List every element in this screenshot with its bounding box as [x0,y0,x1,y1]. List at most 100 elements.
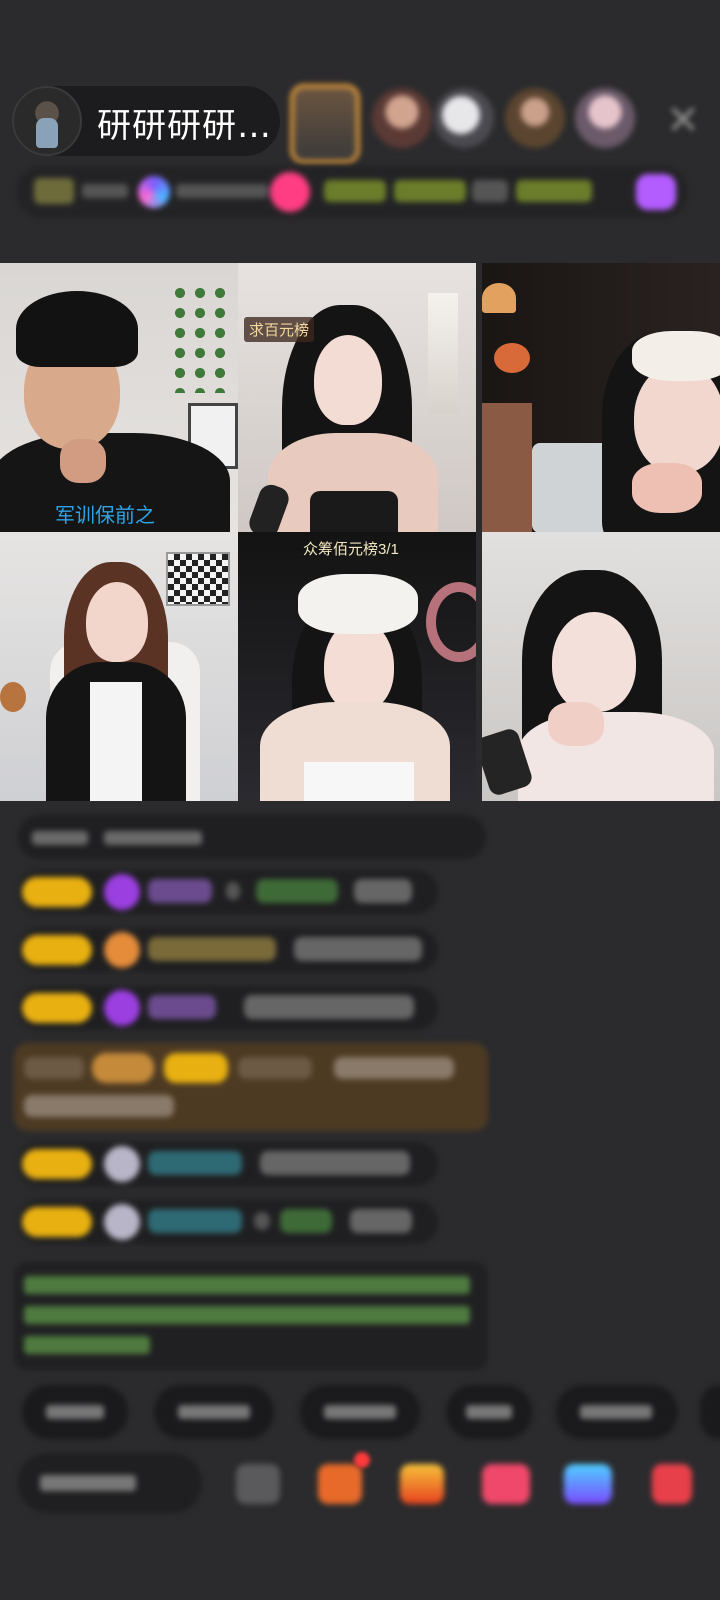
purple-heart-icon [104,874,140,910]
video-tile-2[interactable]: 求百元榜 [238,263,476,532]
person-face [314,335,382,425]
chat-text-block [104,831,202,845]
rank-text-2 [176,184,268,198]
video-tile-4[interactable] [0,532,238,801]
dress [310,491,398,532]
quick-reply-text [466,1405,512,1419]
shirt [90,682,142,801]
chat-message-5[interactable] [18,1200,438,1244]
banner-chip-3 [238,1057,312,1079]
flower-decor [494,343,530,373]
green-tag-2 [394,180,466,202]
chat-message-1[interactable] [18,870,438,914]
username-chip [148,995,216,1019]
purple-heart-icon [104,990,140,1026]
username-chip [148,879,212,903]
chat-text-chip [294,937,422,961]
pink-gift-icon[interactable] [482,1464,530,1504]
viewer-avatar-4[interactable] [505,88,565,148]
chess-frame [166,552,230,606]
quick-reply-4[interactable] [446,1385,532,1439]
quick-reply-2[interactable] [154,1385,274,1439]
orange-heart-icon [104,932,140,968]
quick-reply-text [324,1405,396,1419]
emoji-icon[interactable] [236,1464,280,1504]
lamp-decor [428,293,458,413]
announcement-line-2 [24,1306,470,1324]
rank-text-1 [82,184,128,198]
level-badge [22,1149,92,1179]
bunny-ears [298,574,418,634]
toy-decor [0,682,26,712]
viewer-avatar-3[interactable] [434,88,494,148]
quick-reply-1[interactable] [22,1385,128,1439]
username-chip [148,1151,242,1175]
avatar-icon [104,1204,140,1240]
quick-reply-6[interactable] [700,1385,720,1439]
hand [60,439,106,483]
purple-icon [636,174,676,210]
banner-badge [164,1053,228,1083]
person-face [86,582,148,662]
lamp-light [482,283,516,313]
treasure-icon[interactable] [400,1464,444,1504]
hand [548,702,604,746]
quick-reply-3[interactable] [300,1385,420,1439]
level-badge [22,1207,92,1237]
drawer [482,403,532,532]
viewer-avatar-1[interactable] [290,84,360,164]
announcement-line-3 [24,1336,150,1354]
video-tile-6[interactable] [482,532,720,801]
gray-tag [472,180,508,202]
gift-box-icon[interactable] [318,1464,362,1504]
video-tile-5[interactable]: 众筹佰元榜3/1 [238,532,476,801]
chat-message-2[interactable] [18,928,438,972]
gift-circle-icon [270,172,310,212]
green-name-chip [280,1209,332,1233]
chat-message-3[interactable] [18,986,438,1030]
level-badge [22,935,92,965]
quick-reply-5[interactable] [556,1385,678,1439]
chat-text-block [32,831,88,845]
headband [632,331,720,381]
host-avatar[interactable] [12,86,82,156]
chat-text-chip [260,1151,410,1175]
plant-decor [170,283,230,393]
pink-decor [426,582,476,662]
level-badge [22,877,92,907]
chat-text-chip [254,1212,270,1230]
person-face [552,612,636,712]
chat-highlight-banner[interactable] [14,1043,488,1131]
hand [632,463,702,513]
green-name-chip [256,879,338,903]
chat-announcement [14,1262,488,1370]
banner-chip-2 [92,1053,154,1083]
person-hair [16,291,138,367]
host-name[interactable]: 研研研研… [97,98,272,147]
quick-reply-text [46,1405,104,1419]
viewer-avatar-2[interactable] [372,88,432,148]
viewer-avatar-5[interactable] [575,88,635,148]
tile-5-caption: 众筹佰元榜3/1 [303,541,399,558]
top [304,762,414,801]
tile-1-caption: 军训保前之 [55,505,155,527]
more-icon[interactable] [652,1464,692,1504]
monitor [532,443,612,532]
username-chip [148,1209,242,1233]
video-tile-3[interactable] [482,263,720,532]
level-badge [22,993,92,1023]
rank-badge-1 [34,178,74,204]
banner-chip-5 [24,1095,174,1117]
blue-game-icon[interactable] [564,1464,612,1504]
chat-text-chip [226,882,240,900]
green-tag-1 [324,180,386,202]
rank-info-bar[interactable] [16,166,688,218]
chat-input[interactable] [18,1453,202,1513]
video-tile-1[interactable]: 军训保前之 [0,263,238,532]
close-icon[interactable] [668,104,698,134]
quick-reply-text [580,1405,652,1419]
chat-input-placeholder [40,1475,136,1491]
chat-message-4[interactable] [18,1142,438,1186]
green-tag-3 [516,180,592,202]
notification-dot [354,1452,370,1468]
